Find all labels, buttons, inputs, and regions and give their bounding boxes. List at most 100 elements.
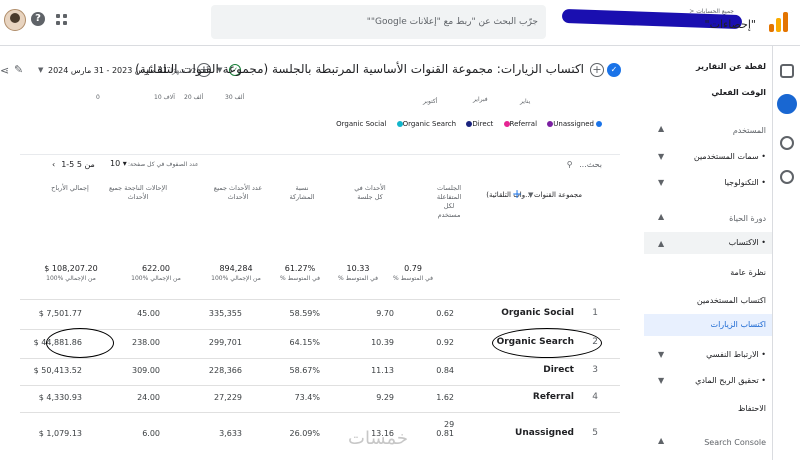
prev-page-icon[interactable]: ‹ (52, 160, 55, 169)
column-header-engagement-rate[interactable]: نسبة المشاركة (282, 184, 322, 202)
sidebar-item-monetization[interactable]: • تحقيق الربح المادي (695, 376, 766, 385)
sidebar-item-retention[interactable]: الاحتفاظ (738, 404, 766, 413)
chart-legend: Organic Social Organic Search Direct Ref… (330, 120, 602, 128)
sidebar-item-engagement[interactable]: • الارتباط النفسي (706, 350, 766, 359)
sidebar-item-reports-snapshot[interactable]: لقطة عن التقارير (696, 62, 766, 71)
metric-cell: 0.62 (436, 309, 454, 318)
apps-grid-icon[interactable] (56, 14, 68, 26)
dimension-header[interactable]: مجموعة القنوات ...وات التلقائية) (486, 191, 582, 199)
report-sidebar: لقطة عن التقارير الوقت الفعلي المستخدم ▲… (644, 46, 772, 460)
sidebar-section-lifecycle[interactable]: دورة الحياة (729, 214, 766, 223)
metric-cell: 3,633 (219, 429, 242, 438)
column-header-total-revenue[interactable]: إجمالي الأرباح (44, 184, 96, 193)
metric-cell: 6.00 (142, 429, 160, 438)
divider (20, 299, 620, 300)
date-dropdown-icon[interactable]: ▼ (38, 66, 43, 74)
channel-cell[interactable]: Referral (533, 392, 574, 402)
sidebar-item-user-acquisition[interactable]: اكتساب المستخدمين (697, 296, 766, 305)
table-search-placeholder: بحث... (579, 160, 602, 169)
metric-cell: $ 4,330.93 (38, 393, 82, 402)
report-badge-icon[interactable]: ✓ (607, 63, 621, 77)
chevron-down-icon[interactable]: ▼ (658, 152, 664, 161)
property-name: "إحصاءات" (704, 18, 756, 31)
sidebar-item-tech[interactable]: • التكنولوجيا (724, 178, 766, 187)
add-dimension-button[interactable]: + (512, 187, 522, 201)
search-input[interactable]: جرّب البحث عن "ربط مع "إعلانات Google"" (211, 5, 546, 39)
metric-cell: 299,701 (208, 338, 242, 347)
metric-cell: 26.09% (289, 429, 320, 438)
avatar[interactable] (4, 9, 26, 31)
chevron-down-icon[interactable]: ▼ (528, 191, 533, 199)
chevron-up-icon[interactable]: ▲ (658, 124, 664, 133)
divider (20, 358, 620, 359)
chevron-up-icon[interactable]: ▲ (658, 239, 664, 248)
metric-cell: $ 50,413.52 (33, 366, 82, 375)
sidebar-item-user-attributes[interactable]: • سمات المستخدمين (694, 152, 766, 161)
metric-cell: 238.00 (132, 338, 160, 347)
metric-cell: 9.70 (376, 309, 394, 318)
row-index: 1 (592, 308, 598, 318)
total-cell: $ 108,207.20 100% من الإجمالي (44, 264, 98, 282)
metric-cell: 309.00 (132, 366, 160, 375)
sidebar-item-overview[interactable]: نظرة عامة (730, 268, 766, 277)
chevron-down-icon[interactable]: ▼ (658, 376, 664, 385)
axis-tick: 30 ألف (225, 94, 245, 101)
metric-cell: 228,366 (208, 366, 242, 375)
sidebar-section-user[interactable]: المستخدم (733, 126, 766, 135)
metric-cell: 0.84 (436, 366, 454, 375)
channel-cell[interactable]: Direct (543, 365, 574, 375)
add-button[interactable]: + (590, 63, 604, 77)
total-cell: 61.27%% في المتوسط (280, 264, 320, 282)
report-card: 0 10 آلاف 20 ألف 30 ألف يناير فبراير أكت… (20, 94, 620, 460)
help-icon[interactable]: ? (31, 12, 45, 26)
share-icon[interactable]: ⋖ (0, 64, 9, 77)
reports-icon[interactable] (777, 94, 797, 114)
pagination[interactable]: ‹ 1-5 من 5 (52, 160, 95, 169)
axis-month: أكتوبر (423, 98, 438, 105)
metric-cell: 45.00 (137, 309, 160, 318)
legend-item[interactable]: Referral (502, 120, 537, 128)
legend-item[interactable]: Direct (464, 120, 493, 128)
explore-icon[interactable] (780, 136, 794, 150)
column-header-conversions[interactable]: الإحالات الناجحة جميع الأحداث (106, 184, 170, 202)
metric-cell: 64.15% (289, 338, 320, 347)
sidebar-item-traffic-acquisition[interactable]: اكتساب الزيارات (644, 314, 772, 336)
page-title: اكتساب الزيارات: مجموعة القنوات الأساسية… (135, 62, 584, 76)
sidebar-section-search-console[interactable]: Search Console (704, 438, 766, 447)
axis-tick: 10 آلاف (154, 94, 175, 101)
metric-cell: 27,229 (214, 393, 242, 402)
metric-cell: 11.13 (371, 366, 394, 375)
rows-per-page-label: عدد الصفوف في كل صفحة: (128, 161, 199, 168)
legend-item[interactable]: Unassigned (545, 120, 594, 128)
analytics-logo-icon (769, 12, 789, 32)
search-placeholder: جرّب البحث عن "ربط مع "إعلانات Google"" (366, 17, 538, 27)
chevron-down-icon[interactable]: ▼ (658, 178, 664, 187)
legend-item[interactable]: Organic Search (395, 120, 456, 128)
customize-report-icon[interactable]: ✎ (14, 63, 23, 76)
chevron-down-icon[interactable]: ▼ (658, 350, 664, 359)
total-cell: 0.79% في المتوسط (393, 264, 433, 282)
account-selector[interactable]: جميع الحسابات < "إحصاءات" (552, 4, 792, 40)
channel-cell[interactable]: Unassigned (515, 428, 574, 438)
table-search[interactable]: بحث... ⚲ (567, 160, 602, 169)
channel-cell[interactable]: Organic Social (501, 308, 574, 318)
rows-per-page-select[interactable]: 10 ▾ (110, 159, 127, 168)
home-icon[interactable] (780, 64, 794, 78)
chevron-up-icon[interactable]: ▲ (658, 436, 664, 445)
overflow-number: 29 (444, 420, 455, 429)
metric-cell: 9.29 (376, 393, 394, 402)
metric-cell: 73.4% (294, 393, 320, 402)
row-index: 4 (592, 392, 598, 402)
top-bar: ? جرّب البحث عن "ربط مع "إعلانات Google"… (0, 0, 800, 46)
column-header-event-count[interactable]: عدد الأحداث جميع الأحداث (208, 184, 268, 202)
sidebar-item-realtime[interactable]: الوقت الفعلي (711, 88, 766, 97)
divider (20, 412, 620, 413)
column-header-events-per-session[interactable]: الأحداث في كل جلسة (350, 184, 390, 202)
highlight-ellipse (46, 328, 114, 358)
metric-cell: $ 7,501.77 (38, 309, 82, 318)
column-header-engaged-per-user[interactable]: الجلسات المتفاعلة لكل مستخدم (432, 184, 466, 220)
table-controls: بحث... ⚲ عدد الصفوف في كل صفحة: 10 ▾ ‹ 1-… (20, 154, 620, 176)
advertising-icon[interactable] (780, 170, 794, 184)
chevron-up-icon[interactable]: ▲ (658, 212, 664, 221)
account-breadcrumb: جميع الحسابات < (689, 8, 734, 15)
